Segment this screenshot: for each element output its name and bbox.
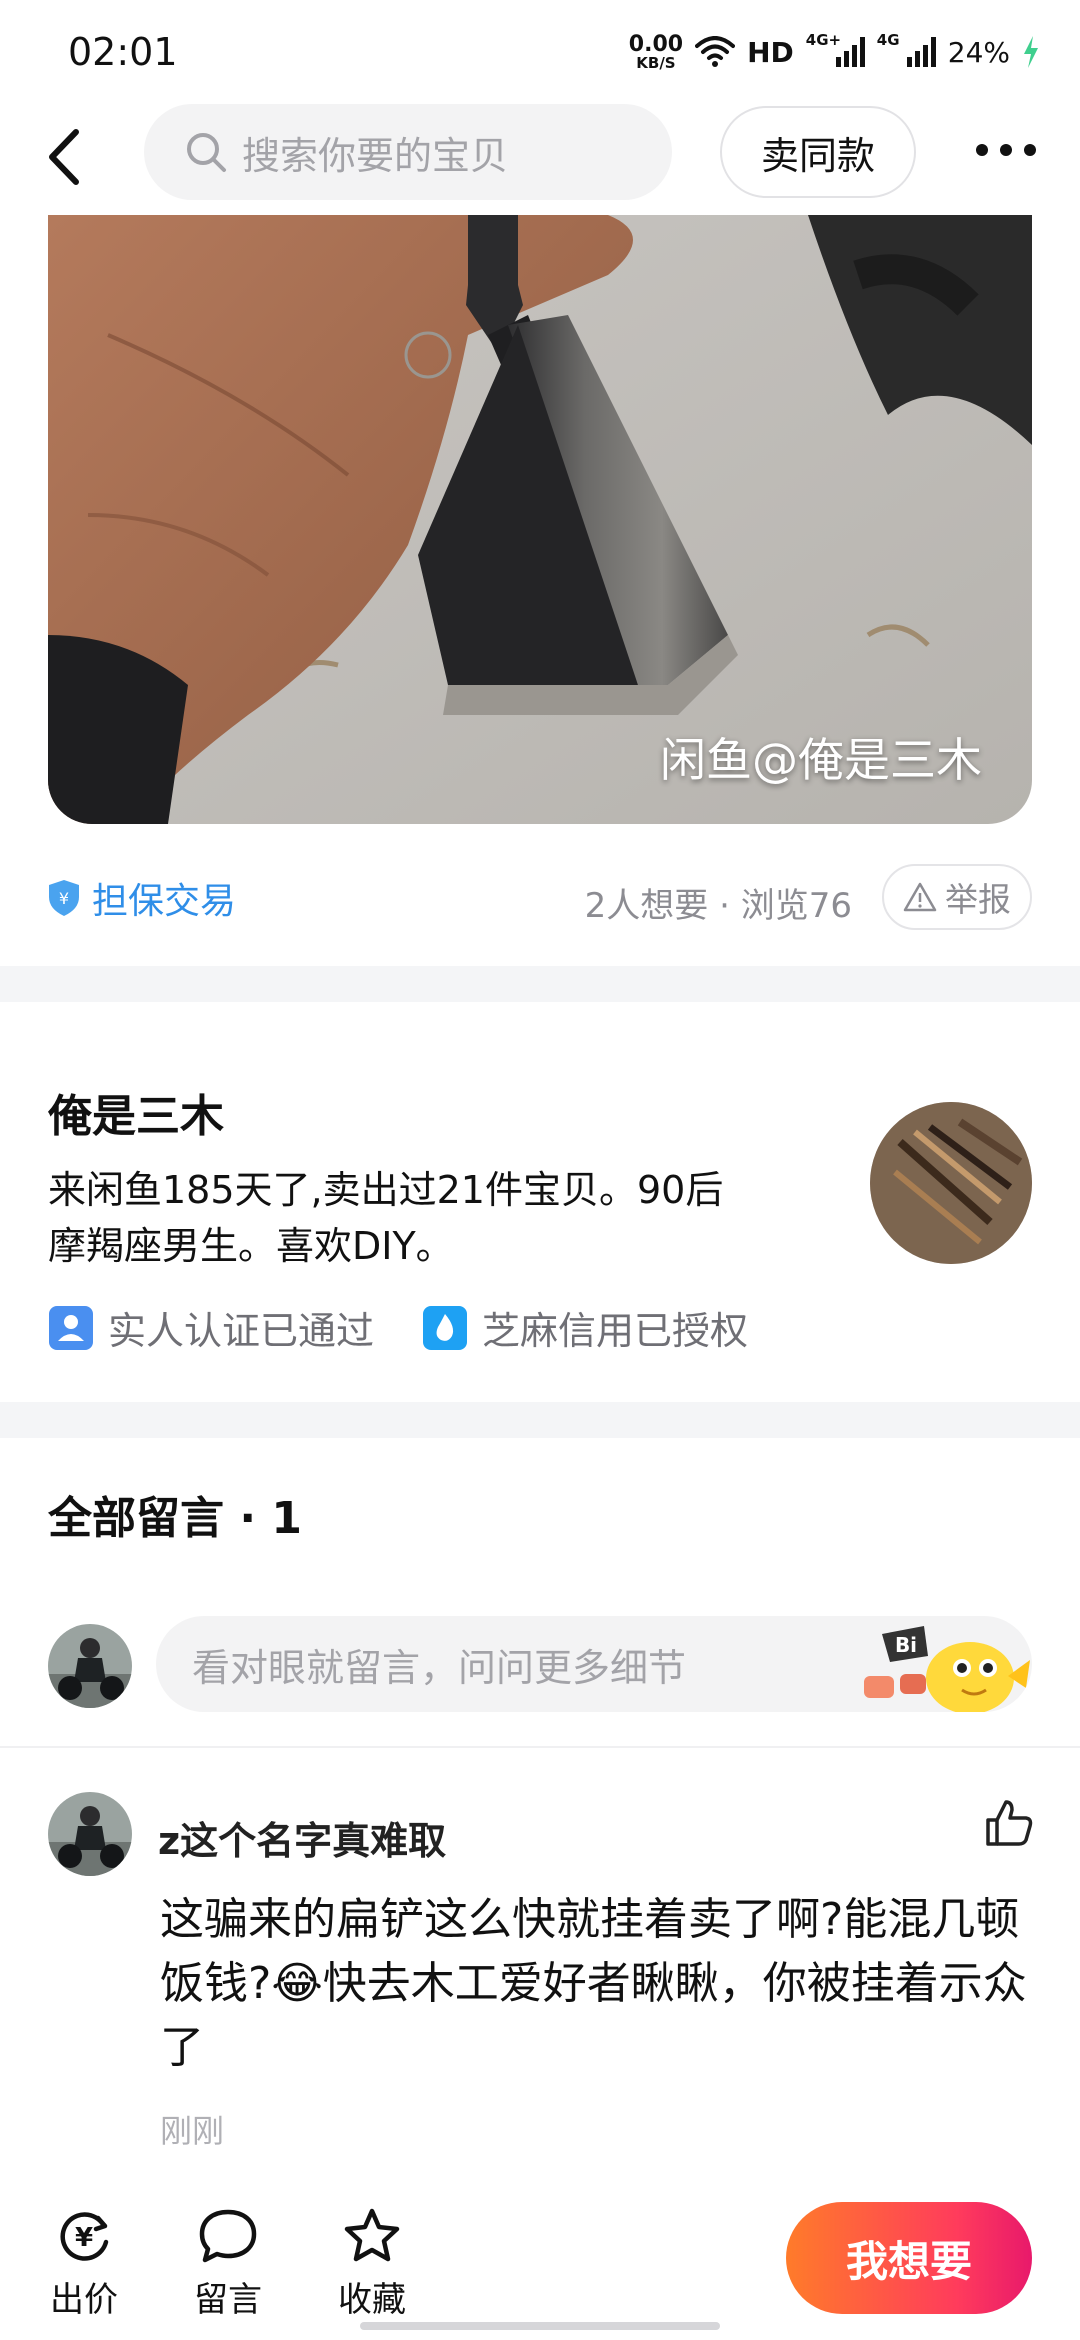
comments-title: 全部留言 · 1 [48,1493,302,1544]
chat-bubble-icon [199,2209,257,2263]
guarantee-label: 担保交易 [92,881,237,922]
star-icon [344,2208,400,2262]
my-avatar [48,1624,132,1708]
search-icon [187,133,226,172]
want-view-stats: 2人想要 · 浏览76 [584,886,852,926]
bid-label: 出价 [50,2280,118,2320]
signal-icon-2: 4G [877,31,936,67]
battery-percent: 24% [947,35,1010,69]
seller-badges: 实人认证已通过 芝麻信用已授权 [48,1300,748,1355]
favorite-label: 收藏 [338,2280,406,2320]
comment-time: 刚刚 [160,2112,225,2150]
more-dot-icon [1000,144,1012,156]
status-icons: 0.00 KB/S HD 4G+ 4G 24% [629,30,1040,74]
shield-icon: ¥ [49,880,79,916]
top-nav: 搜索你要的宝贝 卖同款 [0,104,1080,214]
signal2-label: 4G [876,31,900,49]
image-watermark: 闲鱼@俺是三木 [660,733,982,787]
product-info-row: ¥ 担保交易 2人想要 · 浏览76 举报 [48,862,1032,932]
search-bar[interactable]: 搜索你要的宝贝 [144,104,672,200]
signal1-label: 4G+ [805,31,842,49]
charging-icon [1024,36,1038,68]
bid-yuan-symbol: ¥ [75,2223,93,2253]
bottom-action-bar: ¥ 出价 留言 收藏 我想要 [0,2180,1080,2340]
thumbs-up-icon [986,1800,1033,1846]
seller-avatar[interactable] [870,1102,1032,1264]
user-avatar-image [48,1624,132,1708]
section-divider [0,1402,1080,1438]
credit-badge-label: 芝麻信用已授权 [482,1309,749,1353]
seller-card[interactable]: 俺是三木 来闲鱼185天了,卖出过21件宝贝。90后 摩羯座男生。喜欢DIY。 … [0,1002,1080,1402]
product-image[interactable]: 闲鱼@俺是三木 [48,215,1032,824]
back-arrow-icon [49,129,79,185]
commenter-avatar[interactable] [48,1792,132,1876]
bid-yuan-icon: ¥ [60,2212,109,2261]
comment-input[interactable]: 看对眼就留言，问问更多细节 Bi [156,1616,1032,1712]
seller-bio: 来闲鱼185天了,卖出过21件宝贝。90后 摩羯座男生。喜欢DIY。 [48,1162,808,1274]
comment-text: 这骗来的扁铲这么快就挂着卖了啊?能混几顿饭钱?😂快去木工爱好者瞅瞅，你被挂着示众… [160,1894,1027,2073]
sesame-credit-icon [423,1305,468,1350]
guarantee-trade-link[interactable]: ¥ 担保交易 [48,872,236,924]
warning-icon [903,882,937,912]
mascot-speech-text: Bi [895,1633,917,1657]
seller-bio-line: 摩羯座男生。喜欢DIY。 [48,1224,454,1268]
more-options-button[interactable] [976,144,1036,156]
comments-section: 全部留言 · 1 看对眼就留言，问问更多细节 Bi z这个名字真难取 这骗来的扁… [0,1438,1080,2168]
report-button[interactable]: 举报 [882,864,1032,930]
commenter-name[interactable]: z这个名字真难取 [158,1810,446,1865]
net-speed: 0.00 KB/S [628,31,684,72]
more-dot-icon [976,144,988,156]
wifi-icon [695,36,736,67]
more-dot-icon [1024,144,1036,156]
seller-bio-line: 来闲鱼185天了,卖出过21件宝贝。90后 [48,1168,724,1212]
comment-divider [0,1746,1080,1748]
status-bar: 02:01 0.00 KB/S HD 4G+ 4G 24% [0,0,1080,104]
want-button[interactable]: 我想要 [786,2202,1032,2314]
favorite-button[interactable]: 收藏 [322,2206,422,2321]
comment-button[interactable]: 留言 [178,2206,278,2321]
like-button[interactable] [984,1798,1034,1852]
net-speed-unit: KB/S [636,53,676,72]
comment-label: 留言 [194,2280,262,2320]
comment-input-placeholder: 看对眼就留言，问问更多细节 [192,1645,687,1690]
identity-verified-badge[interactable]: 实人认证已通过 [48,1300,374,1355]
net-speed-value: 0.00 [628,31,684,57]
fish-mascot-icon: Bi [864,1626,1030,1712]
identity-badge-label: 实人认证已通过 [108,1309,375,1353]
back-button[interactable] [38,122,98,192]
seller-avatar-image [870,1102,1032,1264]
sell-same-button[interactable]: 卖同款 [720,106,916,198]
commenter-avatar-image [48,1792,132,1876]
hd-indicator: HD [747,35,794,69]
bid-button[interactable]: ¥ 出价 [34,2206,134,2321]
svg-text:¥: ¥ [59,889,69,908]
home-indicator[interactable] [360,2322,720,2330]
credit-authorized-badge[interactable]: 芝麻信用已授权 [422,1300,748,1355]
seller-name: 俺是三木 [48,1091,224,1142]
signal-icon-1: 4G+ [806,31,865,67]
report-label: 举报 [945,880,1011,919]
search-placeholder: 搜索你要的宝贝 [242,133,509,178]
person-verified-icon [49,1305,93,1350]
section-divider [0,966,1080,1002]
status-time: 02:01 [68,30,178,74]
